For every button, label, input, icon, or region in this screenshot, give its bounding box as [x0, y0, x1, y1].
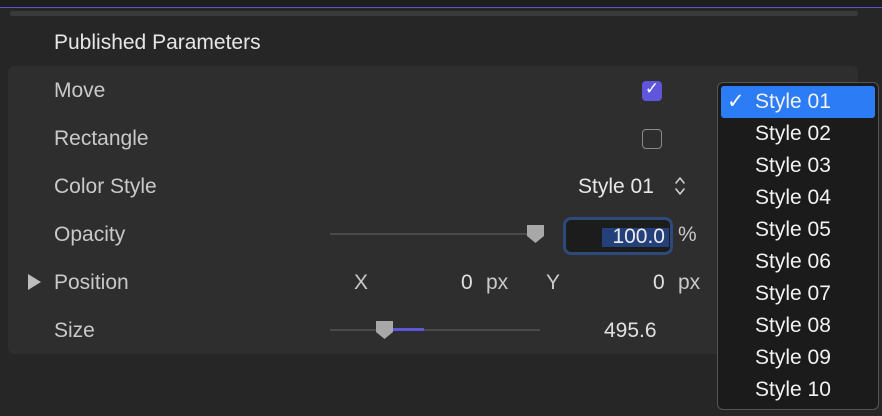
size-value[interactable]: 495.6 [604, 319, 657, 343]
size-slider-thumb[interactable] [375, 320, 394, 340]
section-title: Published Parameters [54, 31, 261, 54]
menu-item-style-07[interactable]: Style 07 [718, 278, 878, 310]
opacity-value: 100.0 [612, 225, 665, 248]
position-x-label: X [354, 271, 369, 294]
menu-item-style-06[interactable]: Style 06 [718, 246, 878, 278]
menu-item-label: Style 01 [755, 90, 831, 113]
menu-item-style-02[interactable]: Style 02 [718, 118, 878, 150]
position-y-label: Y [546, 271, 561, 294]
menu-item-style-05[interactable]: Style 05 [718, 214, 878, 246]
menu-item-label: Style 10 [755, 378, 831, 401]
size-slider-track[interactable] [330, 329, 540, 331]
move-label: Move [54, 79, 106, 102]
disclosure-triangle-icon[interactable] [27, 273, 42, 291]
menu-item-style-03[interactable]: Style 03 [718, 150, 878, 182]
position-x-value[interactable]: 0 [461, 271, 473, 295]
opacity-label: Opacity [54, 223, 126, 246]
rectangle-label: Rectangle [54, 127, 149, 150]
position-x-unit: px [486, 271, 509, 294]
menu-item-style-08[interactable]: Style 08 [718, 310, 878, 342]
menu-item-label: Style 04 [755, 186, 831, 209]
position-y-value[interactable]: 0 [653, 271, 665, 295]
menu-item-style-01[interactable]: ✓ Style 01 [721, 86, 875, 118]
opacity-unit: % [678, 223, 697, 246]
menu-item-style-10[interactable]: Style 10 [718, 374, 878, 406]
move-checkbox[interactable]: ✓ [642, 79, 662, 101]
checkmark-icon: ✓ [644, 79, 660, 98]
rectangle-checkbox[interactable] [642, 129, 662, 149]
opacity-value-field[interactable]: 100.0 [563, 217, 673, 255]
color-style-dropdown-menu: ✓ Style 01 Style 02 Style 03 Style 04 St… [717, 82, 879, 410]
menu-item-label: Style 03 [755, 154, 831, 177]
color-style-label: Color Style [54, 175, 157, 198]
menu-item-label: Style 05 [755, 218, 831, 241]
position-label: Position [54, 271, 129, 294]
menu-item-label: Style 08 [755, 314, 831, 337]
menu-item-label: Style 02 [755, 122, 831, 145]
top-divider [0, 0, 882, 8]
chevron-updown-icon[interactable] [673, 174, 687, 198]
color-style-popup[interactable]: Style 01 [578, 175, 654, 199]
menu-item-style-09[interactable]: Style 09 [718, 342, 878, 374]
position-y-unit: px [678, 271, 701, 294]
menu-item-style-04[interactable]: Style 04 [718, 182, 878, 214]
checkmark-icon: ✓ [727, 90, 745, 113]
header-strip [10, 11, 858, 16]
size-label: Size [54, 319, 95, 342]
menu-item-label: Style 06 [755, 250, 831, 273]
menu-item-label: Style 09 [755, 346, 831, 369]
opacity-slider-track[interactable] [330, 233, 540, 235]
opacity-slider-thumb[interactable] [526, 224, 545, 244]
menu-item-label: Style 07 [755, 282, 831, 305]
